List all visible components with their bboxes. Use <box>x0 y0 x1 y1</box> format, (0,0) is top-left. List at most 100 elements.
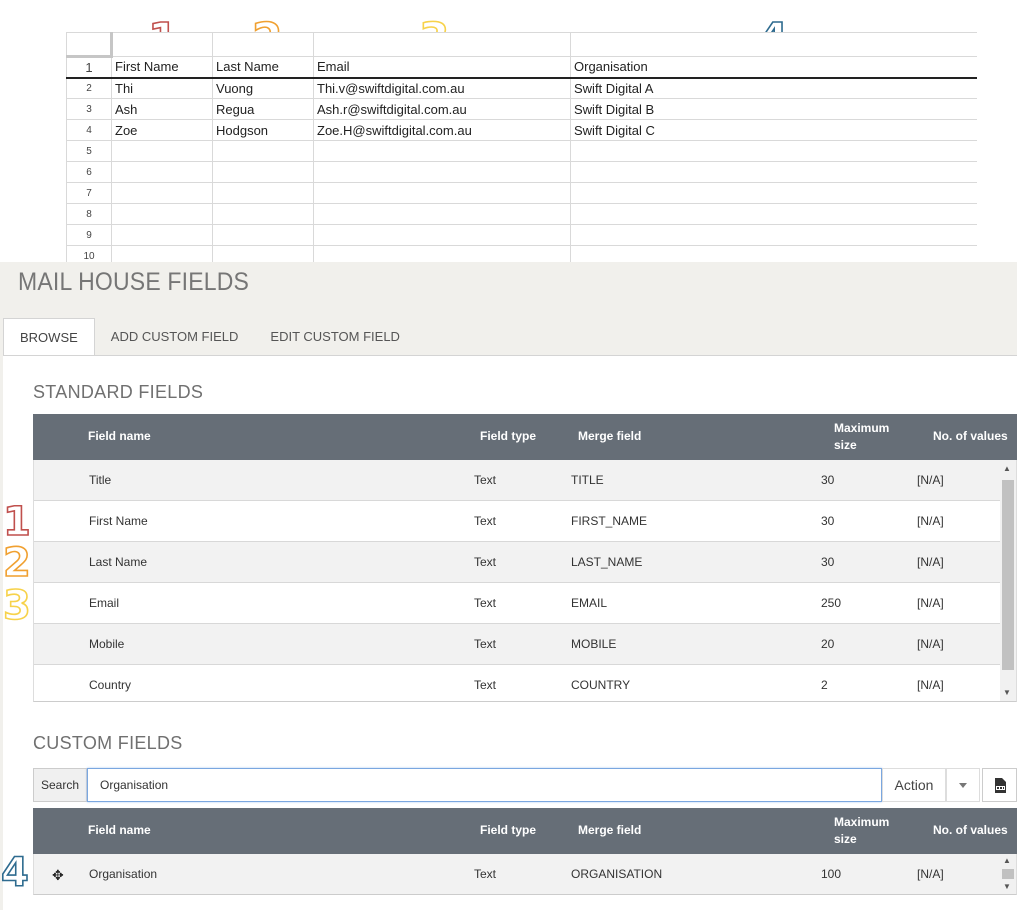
csv-export-button[interactable] <box>982 768 1017 802</box>
row-number[interactable]: 1 <box>66 56 112 79</box>
annotation-number-1: 1 <box>2 499 31 545</box>
column-field-type[interactable]: Field type <box>480 428 536 445</box>
row-number[interactable]: 2 <box>66 77 112 99</box>
column-header-b[interactable] <box>212 32 314 57</box>
table-row[interactable]: Last Name Text LAST_NAME 30 [N/A] <box>34 542 1016 583</box>
cell[interactable] <box>570 161 977 183</box>
standard-fields-scrollbar[interactable]: ▲ ▼ <box>1000 460 1016 701</box>
cell[interactable] <box>313 182 571 204</box>
table-row[interactable]: Title Text TITLE 30 [N/A] <box>34 460 1016 501</box>
cell[interactable]: Swift Digital B <box>570 98 977 120</box>
cell[interactable] <box>313 161 571 183</box>
scrollbar-thumb[interactable] <box>1002 480 1014 670</box>
cell[interactable] <box>313 140 571 162</box>
cell[interactable] <box>111 182 213 204</box>
cell[interactable] <box>212 161 314 183</box>
cell[interactable] <box>212 224 314 246</box>
row-number[interactable]: 7 <box>66 182 112 204</box>
table-row[interactable]: Email Text EMAIL 250 [N/A] <box>34 583 1016 624</box>
cell[interactable] <box>111 203 213 225</box>
cell[interactable] <box>313 224 571 246</box>
column-field-name[interactable]: Field name <box>88 428 151 445</box>
cell[interactable] <box>111 245 213 262</box>
csv-file-icon <box>995 778 1006 793</box>
cell[interactable]: Thi <box>111 77 213 99</box>
action-dropdown-caret-icon[interactable] <box>946 768 980 802</box>
row-number[interactable]: 3 <box>66 98 112 120</box>
cell[interactable]: Ash <box>111 98 213 120</box>
cell[interactable] <box>212 245 314 262</box>
no-of-values: [N/A] <box>917 514 944 528</box>
sheet-row: 9 <box>66 224 977 246</box>
cell[interactable]: Swift Digital A <box>570 77 977 99</box>
scroll-down-arrow-icon[interactable]: ▼ <box>1003 882 1011 892</box>
column-field-name[interactable]: Field name <box>88 822 151 839</box>
cell[interactable] <box>111 161 213 183</box>
row-number[interactable]: 10 <box>66 245 112 262</box>
drag-move-icon[interactable]: ✥ <box>52 867 64 884</box>
row-number[interactable]: 6 <box>66 161 112 183</box>
cell[interactable] <box>570 245 977 262</box>
tab-add-custom-field[interactable]: ADD CUSTOM FIELD <box>95 318 255 356</box>
cell[interactable] <box>212 182 314 204</box>
row-number[interactable]: 5 <box>66 140 112 162</box>
row-number[interactable]: 9 <box>66 224 112 246</box>
column-header-d[interactable] <box>570 32 977 57</box>
mail-house-panel: MAIL HOUSE FIELDS BROWSE ADD CUSTOM FIEL… <box>0 262 1017 910</box>
action-button[interactable]: Action <box>882 768 946 802</box>
field-name: Email <box>89 596 120 610</box>
column-merge-field[interactable]: Merge field <box>578 822 641 839</box>
cell[interactable] <box>570 182 977 204</box>
table-row[interactable]: Country Text COUNTRY 2 [N/A] <box>34 665 1016 701</box>
scroll-down-arrow-icon[interactable]: ▼ <box>1003 688 1011 698</box>
cell[interactable] <box>212 140 314 162</box>
cell[interactable] <box>570 203 977 225</box>
cell[interactable] <box>313 203 571 225</box>
row-number[interactable]: 8 <box>66 203 112 225</box>
cell-header-last-name[interactable]: Last Name <box>212 56 314 79</box>
cell[interactable] <box>313 245 571 262</box>
cell[interactable] <box>111 224 213 246</box>
cell[interactable] <box>570 224 977 246</box>
column-merge-field[interactable]: Merge field <box>578 428 641 445</box>
select-all-corner[interactable] <box>66 32 113 58</box>
scroll-up-arrow-icon[interactable]: ▲ <box>1003 856 1011 866</box>
cell-header-organisation[interactable]: Organisation <box>570 56 977 79</box>
scrollbar-thumb[interactable] <box>1002 869 1014 879</box>
cell[interactable] <box>212 203 314 225</box>
tab-edit-custom-field[interactable]: EDIT CUSTOM FIELD <box>254 318 416 356</box>
field-name: Country <box>89 678 132 692</box>
column-no-of-values[interactable]: No. of values <box>933 822 1008 839</box>
table-row[interactable]: First Name Text FIRST_NAME 30 [N/A] <box>34 501 1016 542</box>
cell[interactable]: Zoe <box>111 119 213 141</box>
cell[interactable]: Hodgson <box>212 119 314 141</box>
column-maximum-size[interactable]: Maximum size <box>834 814 889 848</box>
cell[interactable] <box>570 140 977 162</box>
column-no-of-values[interactable]: No. of values <box>933 428 1008 445</box>
tab-browse[interactable]: BROWSE <box>3 318 95 356</box>
field-type: Text <box>474 596 497 610</box>
column-maximum-size[interactable]: Maximum size <box>834 420 889 454</box>
cell[interactable]: Vuong <box>212 77 314 99</box>
cell[interactable] <box>111 140 213 162</box>
merge-field: ORGANISATION <box>571 867 663 881</box>
column-field-type[interactable]: Field type <box>480 822 536 839</box>
table-row[interactable]: ✥ Organisation Text ORGANISATION 100 [N/… <box>34 854 1016 894</box>
table-row[interactable]: Mobile Text MOBILE 20 [N/A] <box>34 624 1016 665</box>
scroll-up-arrow-icon[interactable]: ▲ <box>1003 464 1011 474</box>
cell[interactable]: Zoe.H@swiftdigital.com.au <box>313 119 571 141</box>
column-header-a[interactable] <box>111 32 213 57</box>
custom-fields-scrollbar[interactable]: ▲ ▼ <box>1000 854 1016 894</box>
search-input[interactable] <box>87 768 882 802</box>
cell-header-first-name[interactable]: First Name <box>111 56 213 79</box>
row-number[interactable]: 4 <box>66 119 112 141</box>
column-header-c[interactable] <box>313 32 571 57</box>
search-label: Search <box>33 768 87 802</box>
cell-header-email[interactable]: Email <box>313 56 571 79</box>
tab-bar: BROWSE ADD CUSTOM FIELD EDIT CUSTOM FIEL… <box>3 318 416 356</box>
field-type: Text <box>474 867 497 881</box>
cell[interactable]: Regua <box>212 98 314 120</box>
cell[interactable]: Thi.v@swiftdigital.com.au <box>313 77 571 99</box>
cell[interactable]: Swift Digital C <box>570 119 977 141</box>
cell[interactable]: Ash.r@swiftdigital.com.au <box>313 98 571 120</box>
